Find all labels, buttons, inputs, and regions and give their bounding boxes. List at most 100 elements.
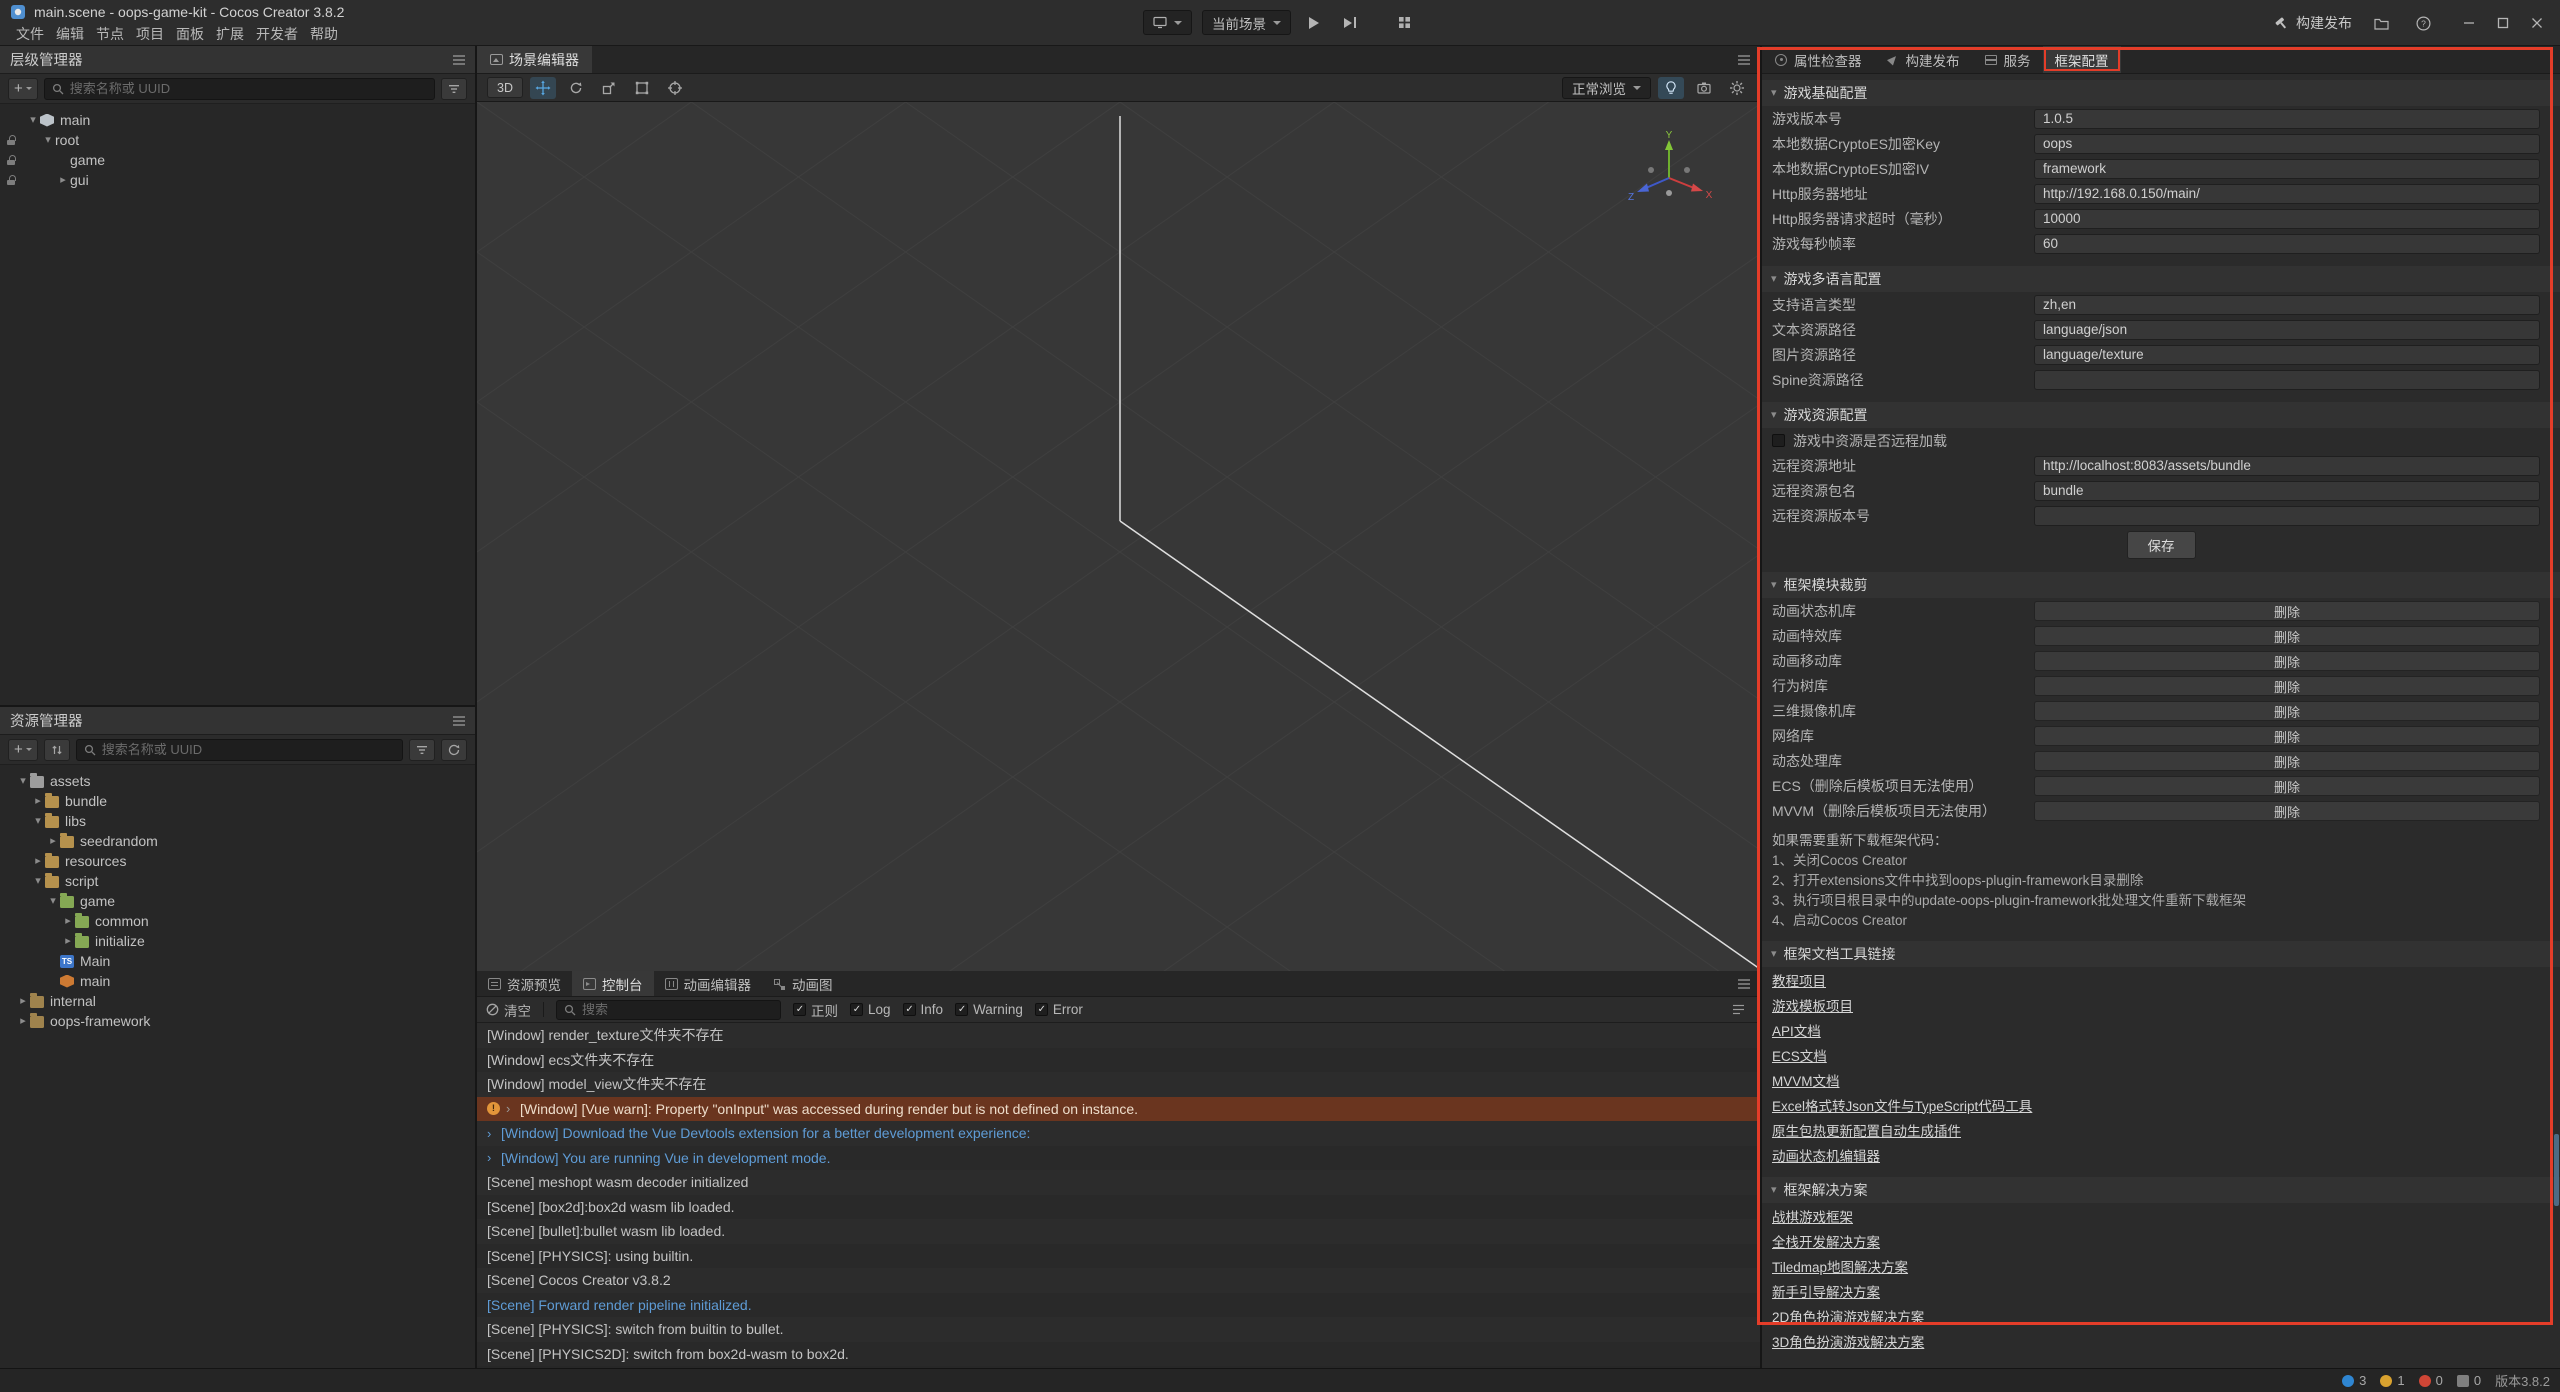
- asset-tree-item[interactable]: game: [0, 891, 475, 911]
- field-input[interactable]: [2034, 506, 2540, 526]
- section-game-basic[interactable]: 游戏基础配置: [1762, 80, 2560, 106]
- lock-icon[interactable]: [6, 175, 16, 185]
- log-options-button[interactable]: [1725, 997, 1751, 1023]
- console-filter-checkbox[interactable]: Warning: [955, 1002, 1023, 1017]
- asset-tree-item[interactable]: libs: [0, 811, 475, 831]
- chevron-icon[interactable]: [16, 1016, 30, 1027]
- log-row[interactable]: [Window] Download the Vue Devtools exten…: [477, 1121, 1760, 1146]
- expand-arrow-icon[interactable]: [506, 1102, 520, 1115]
- log-row[interactable]: [Scene] [PHYSICS]: switch from builtin t…: [477, 1317, 1760, 1342]
- doc-link[interactable]: ECS文档: [1772, 1045, 1827, 1065]
- log-row[interactable]: [Window] [Vue warn]: Property "onInput" …: [477, 1097, 1760, 1122]
- inspector-tab[interactable]: 框架配置: [2043, 46, 2121, 73]
- assets-search[interactable]: [76, 739, 403, 761]
- chevron-icon[interactable]: [26, 115, 40, 126]
- log-row[interactable]: [Scene] Cocos Creator v3.8.2: [477, 1268, 1760, 1293]
- scene-settings-button[interactable]: [1724, 77, 1750, 99]
- collapse-icon[interactable]: [1771, 949, 1777, 960]
- doc-link[interactable]: Excel格式转Json文件与TypeScript代码工具: [1772, 1095, 2032, 1115]
- field-input[interactable]: [2034, 134, 2540, 154]
- rotate-tool-button[interactable]: [563, 77, 589, 99]
- section-docs[interactable]: 框架文档工具链接: [1762, 941, 2560, 967]
- status-counter[interactable]: 1: [2380, 1373, 2404, 1388]
- clear-console-button[interactable]: 清空: [486, 1000, 531, 1020]
- console-panel-menu-icon[interactable]: [1738, 971, 1760, 996]
- create-node-button[interactable]: [8, 78, 38, 100]
- chevron-icon[interactable]: [46, 896, 60, 907]
- asset-tree-item[interactable]: common: [0, 911, 475, 931]
- solution-link[interactable]: 2D角色扮演游戏解决方案: [1772, 1306, 1924, 1326]
- console-filter-checkbox[interactable]: Info: [903, 1002, 944, 1017]
- status-counter[interactable]: 0: [2419, 1373, 2443, 1388]
- section-resources[interactable]: 游戏资源配置: [1762, 402, 2560, 428]
- asset-tree-item[interactable]: Main: [0, 951, 475, 971]
- scene-panel-menu-icon[interactable]: [1738, 46, 1760, 73]
- doc-link[interactable]: 动画状态机编辑器: [1772, 1145, 1880, 1165]
- chevron-icon[interactable]: [31, 796, 45, 807]
- panel-menu-icon[interactable]: [453, 55, 465, 65]
- chevron-icon[interactable]: [61, 916, 75, 927]
- solution-link[interactable]: Tiledmap地图解决方案: [1772, 1256, 1908, 1276]
- chevron-icon[interactable]: [31, 856, 45, 867]
- scale-tool-button[interactable]: [596, 77, 622, 99]
- chevron-icon[interactable]: [46, 836, 60, 847]
- field-input[interactable]: [2034, 456, 2540, 476]
- field-input[interactable]: [2034, 320, 2540, 340]
- section-language[interactable]: 游戏多语言配置: [1762, 266, 2560, 292]
- inspector-tab[interactable]: 构建发布: [1874, 46, 1972, 73]
- hierarchy-search-input[interactable]: [70, 81, 427, 96]
- menu-item[interactable]: 帮助: [304, 24, 344, 44]
- device-select[interactable]: [1143, 10, 1192, 35]
- field-input[interactable]: [2034, 295, 2540, 315]
- field-input[interactable]: [2034, 159, 2540, 179]
- module-delete-button[interactable]: 删除: [2034, 801, 2540, 821]
- chevron-icon[interactable]: [31, 876, 45, 887]
- chevron-icon[interactable]: [61, 936, 75, 947]
- chevron-icon[interactable]: [41, 135, 55, 146]
- asset-tree-item[interactable]: oops-framework: [0, 1011, 475, 1031]
- rect-tool-button[interactable]: [629, 77, 655, 99]
- refresh-assets-button[interactable]: [441, 739, 467, 761]
- play-button[interactable]: [1301, 10, 1327, 36]
- orientation-gizmo[interactable]: Y X Z: [1624, 130, 1714, 220]
- view-mode-select[interactable]: 正常浏览: [1562, 77, 1651, 99]
- status-counter[interactable]: 0: [2457, 1373, 2481, 1388]
- field-input[interactable]: [2034, 234, 2540, 254]
- log-row[interactable]: [Scene] [PHYSICS]: using builtin.: [477, 1244, 1760, 1269]
- console-search[interactable]: [556, 1000, 781, 1020]
- panel-menu-icon[interactable]: [453, 716, 465, 726]
- asset-tree-item[interactable]: assets: [0, 771, 475, 791]
- doc-link[interactable]: 原生包热更新配置自动生成插件: [1772, 1120, 1961, 1140]
- menu-item[interactable]: 开发者: [250, 24, 304, 44]
- field-input[interactable]: [2034, 184, 2540, 204]
- collapse-icon[interactable]: [1771, 580, 1777, 591]
- toggle-3d-button[interactable]: 3D: [487, 77, 523, 98]
- doc-link[interactable]: 游戏模板项目: [1772, 995, 1853, 1015]
- module-delete-button[interactable]: 删除: [2034, 751, 2540, 771]
- module-delete-button[interactable]: 删除: [2034, 776, 2540, 796]
- field-input[interactable]: [2034, 481, 2540, 501]
- console-tab[interactable]: 动画图: [762, 971, 844, 996]
- solution-link[interactable]: 全栈开发解决方案: [1772, 1231, 1880, 1251]
- move-tool-button[interactable]: [530, 77, 556, 99]
- chevron-icon[interactable]: [31, 816, 45, 827]
- field-input[interactable]: [2034, 370, 2540, 390]
- asset-tree-item[interactable]: resources: [0, 851, 475, 871]
- expand-arrow-icon[interactable]: [487, 1151, 501, 1164]
- module-delete-button[interactable]: 删除: [2034, 601, 2540, 621]
- scene-viewport[interactable]: Y X Z: [477, 102, 1760, 971]
- asset-tree-item[interactable]: main: [0, 971, 475, 991]
- doc-link[interactable]: MVVM文档: [1772, 1070, 1840, 1090]
- save-button[interactable]: 保存: [2127, 531, 2196, 559]
- inspector-tab[interactable]: 属性检查器: [1762, 46, 1874, 73]
- assets-filter-button[interactable]: [409, 739, 435, 761]
- hierarchy-node[interactable]: game: [0, 150, 475, 170]
- log-row[interactable]: [Scene] meshopt wasm decoder initialized: [477, 1170, 1760, 1195]
- field-input[interactable]: [2034, 209, 2540, 229]
- asset-tree-item[interactable]: internal: [0, 991, 475, 1011]
- close-button[interactable]: [2520, 8, 2554, 38]
- lighting-toggle-button[interactable]: [1658, 77, 1684, 99]
- status-counter[interactable]: 3: [2342, 1373, 2366, 1388]
- doc-link[interactable]: 教程项目: [1772, 970, 1826, 990]
- console-filter-checkbox[interactable]: 正则: [793, 1000, 838, 1020]
